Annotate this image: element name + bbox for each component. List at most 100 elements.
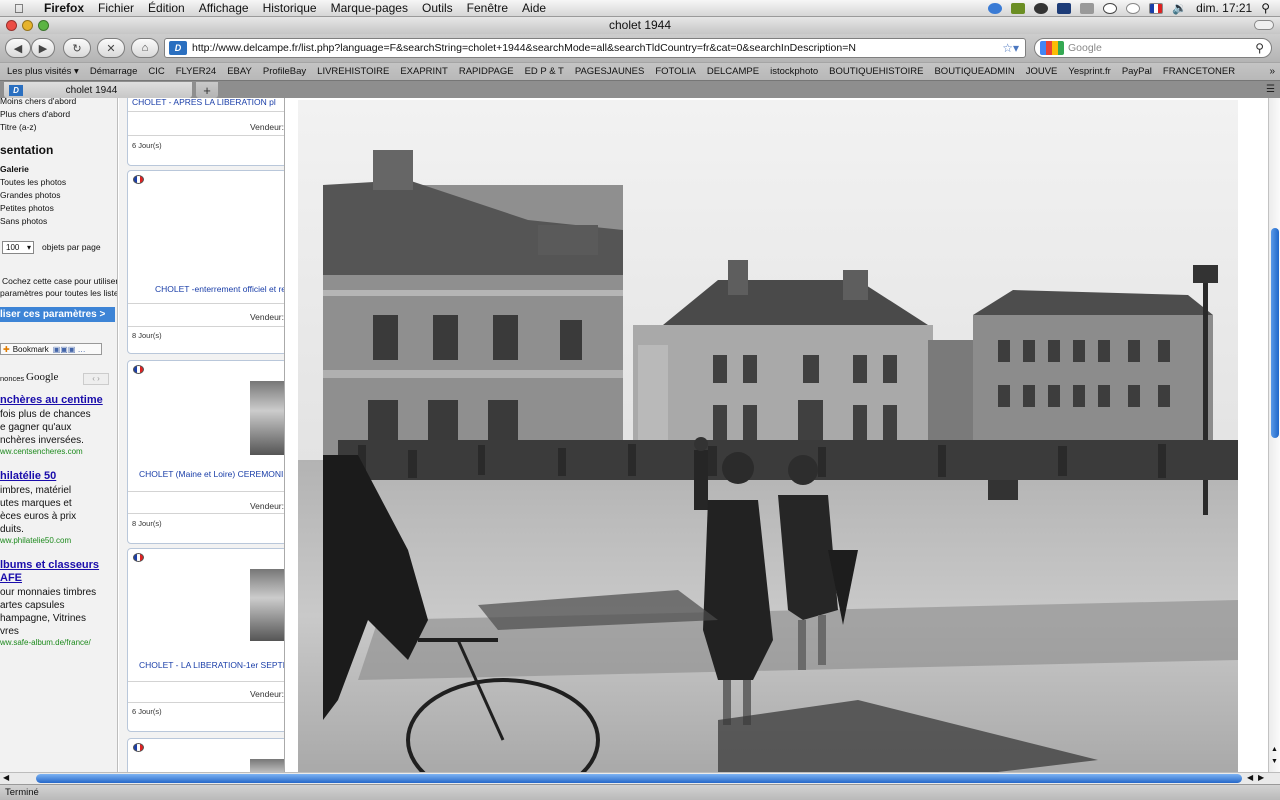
item-title-link[interactable]: CHOLET - LA LIBERATION-1er SEPTE bbox=[139, 660, 284, 670]
home-button[interactable]: ⌂ bbox=[131, 38, 159, 58]
scroll-left-end-icon[interactable]: ◀ bbox=[1247, 773, 1253, 782]
bookmark-star-icon[interactable]: ☆▾ bbox=[1002, 41, 1019, 55]
time-machine-icon[interactable] bbox=[1103, 2, 1118, 14]
view-small-photos-link[interactable]: Petites photos bbox=[0, 203, 54, 213]
display-icon[interactable] bbox=[1057, 2, 1072, 14]
bookmark-most-visited[interactable]: Les plus visités ▾ bbox=[7, 66, 79, 77]
bookmark-edpt[interactable]: ED P & T bbox=[525, 66, 564, 77]
tab-cholet-1944[interactable]: D cholet 1944 bbox=[4, 82, 192, 98]
menu-marque-pages[interactable]: Marque-pages bbox=[331, 1, 408, 15]
item-thumbnail[interactable] bbox=[250, 759, 284, 772]
view-all-photos-link[interactable]: Toutes les photos bbox=[0, 177, 66, 187]
ads-pager-icon[interactable]: ‹ › bbox=[83, 373, 109, 385]
item-title-link[interactable]: CHOLET -enterrement officiel et rel bbox=[155, 284, 284, 294]
grid-icon[interactable] bbox=[1080, 2, 1095, 14]
menu-fichier[interactable]: Fichier bbox=[98, 1, 134, 15]
bookmark-rapidpage[interactable]: RAPIDPAGE bbox=[459, 66, 514, 77]
tab-list-icon[interactable]: ☰ bbox=[1266, 84, 1275, 95]
zoom-window-icon[interactable] bbox=[38, 20, 49, 31]
item-thumbnail[interactable] bbox=[250, 569, 284, 641]
sort-expensive-link[interactable]: Plus chers d'abord bbox=[0, 109, 70, 119]
new-tab-button[interactable]: + bbox=[196, 82, 218, 98]
apply-settings-button[interactable]: liser ces paramètres > bbox=[0, 307, 115, 322]
ad-1-url[interactable]: ww.centsencheres.com bbox=[0, 447, 83, 456]
vertical-scrollbar[interactable]: ▲ ▼ bbox=[1268, 98, 1280, 772]
bookmark-livrehistoire[interactable]: LIVREHISTOIRE bbox=[317, 66, 389, 77]
view-large-photos-link[interactable]: Grandes photos bbox=[0, 190, 60, 200]
search-icon[interactable]: ⚲ bbox=[1255, 41, 1264, 55]
list-item[interactable]: CHOLET -enterrement officiel et rel Vend… bbox=[127, 170, 284, 354]
spotlight-search-icon[interactable]: ⚲ bbox=[1261, 1, 1270, 15]
url-text[interactable]: http://www.delcampe.fr/list.php?language… bbox=[192, 42, 1002, 54]
status-icon[interactable] bbox=[1126, 2, 1141, 14]
menubar-clock[interactable]: dim. 17:21 bbox=[1196, 1, 1252, 15]
ad-3-url[interactable]: ww.safe-album.de/france/ bbox=[0, 638, 91, 647]
list-item[interactable]: CHOLET - APRES LA LIBERATION pl Vendeur:… bbox=[127, 98, 284, 166]
bookmark-cic[interactable]: CIC bbox=[148, 66, 164, 77]
sync-icon[interactable] bbox=[988, 2, 1003, 14]
bookmark-paypal[interactable]: PayPal bbox=[1122, 66, 1152, 77]
menu-fenetre[interactable]: Fenêtre bbox=[467, 1, 508, 15]
bookmark-demarrage[interactable]: Démarrage bbox=[90, 66, 138, 77]
bookmark-yesprint[interactable]: Yesprint.fr bbox=[1068, 66, 1110, 77]
menu-historique[interactable]: Historique bbox=[263, 1, 317, 15]
menu-affichage[interactable]: Affichage bbox=[199, 1, 249, 15]
close-window-icon[interactable] bbox=[6, 20, 17, 31]
bookmark-ebay[interactable]: EBAY bbox=[227, 66, 252, 77]
back-button[interactable]: ◀ bbox=[5, 38, 31, 58]
bookmark-fotolia[interactable]: FOTOLIA bbox=[655, 66, 695, 77]
bookmark-boutiqueadmin[interactable]: BOUTIQUEADMIN bbox=[934, 66, 1014, 77]
bookmark-delcampe[interactable]: DELCAMPE bbox=[707, 66, 759, 77]
scroll-right-arrow-icon[interactable]: ▶ bbox=[1258, 773, 1264, 782]
menu-edition[interactable]: Édition bbox=[148, 1, 185, 15]
ad-2-url[interactable]: ww.philatelie50.com bbox=[0, 536, 71, 545]
scroll-left-arrow-icon[interactable]: ◀ bbox=[3, 773, 9, 782]
french-flag-icon[interactable] bbox=[1149, 2, 1164, 14]
bookmarks-overflow-icon[interactable]: » bbox=[1269, 66, 1275, 77]
url-bar[interactable]: D http://www.delcampe.fr/list.php?langua… bbox=[164, 38, 1026, 58]
forward-button[interactable]: ▶ bbox=[31, 38, 55, 58]
list-item[interactable]: CHOLET (Maine et Loire) CEREMONIE Vendeu… bbox=[127, 360, 284, 544]
app-tray-icon[interactable] bbox=[1011, 2, 1026, 14]
menu-outils[interactable]: Outils bbox=[422, 1, 453, 15]
per-page-select[interactable]: 100 ▾ bbox=[2, 241, 34, 254]
list-item[interactable] bbox=[127, 738, 284, 772]
stop-button[interactable]: ✕ bbox=[97, 38, 125, 58]
scroll-up-arrow-icon[interactable]: ▲ bbox=[1271, 746, 1278, 753]
bookmark-flyer24[interactable]: FLYER24 bbox=[176, 66, 216, 77]
view-no-photos-link[interactable]: Sans photos bbox=[0, 216, 47, 226]
scroll-down-arrow-icon[interactable]: ▼ bbox=[1271, 758, 1278, 765]
ad-3-title-link[interactable]: lbums et classeurs bbox=[0, 559, 99, 571]
bookmark-pagesjaunes[interactable]: PAGESJAUNES bbox=[575, 66, 645, 77]
item-title-link[interactable]: CHOLET (Maine et Loire) CEREMONIE bbox=[139, 469, 284, 479]
menu-app-firefox[interactable]: Firefox bbox=[44, 1, 84, 15]
item-title-link[interactable]: CHOLET - APRES LA LIBERATION pl bbox=[132, 98, 276, 107]
menu-aide[interactable]: Aide bbox=[522, 1, 546, 15]
horizontal-scroll-thumb[interactable] bbox=[36, 774, 1242, 783]
bookmark-share-button[interactable]: ✚ Bookmark ▣▣▣ … bbox=[0, 343, 102, 355]
list-item[interactable]: CHOLET - LA LIBERATION-1er SEPTE Vendeur… bbox=[127, 548, 284, 732]
bookmark-francetoner[interactable]: FRANCETONER bbox=[1163, 66, 1235, 77]
paw-icon[interactable] bbox=[1034, 2, 1049, 14]
bookmark-jouve[interactable]: JOUVE bbox=[1026, 66, 1058, 77]
search-input[interactable]: Google bbox=[1068, 42, 1102, 54]
bookmark-istockphoto[interactable]: istockphoto bbox=[770, 66, 818, 77]
minimize-window-icon[interactable] bbox=[22, 20, 33, 31]
ad-2-title-link[interactable]: hilatélie 50 bbox=[0, 470, 56, 482]
google-engine-icon[interactable] bbox=[1040, 41, 1064, 55]
vertical-scroll-thumb[interactable] bbox=[1271, 228, 1279, 438]
sort-cheapest-link[interactable]: Moins chers d'abord bbox=[0, 98, 76, 106]
item-thumbnail[interactable] bbox=[250, 381, 284, 455]
toolbar-toggle-icon[interactable] bbox=[1254, 20, 1274, 30]
bookmark-profilebay[interactable]: ProfileBay bbox=[263, 66, 306, 77]
apple-menu-icon[interactable]:  bbox=[14, 1, 30, 16]
horizontal-scrollbar[interactable]: ◀ ◀ ▶ bbox=[0, 772, 1280, 784]
bookmark-boutiquehistoire[interactable]: BOUTIQUEHISTOIRE bbox=[829, 66, 923, 77]
view-gallery-link[interactable]: Galerie bbox=[0, 164, 29, 174]
ad-3-title-line-2[interactable]: AFE bbox=[0, 572, 22, 584]
bookmark-exaprint[interactable]: EXAPRINT bbox=[400, 66, 448, 77]
enlarged-photo[interactable] bbox=[298, 100, 1238, 772]
reload-button[interactable]: ↻ bbox=[63, 38, 91, 58]
sort-title-link[interactable]: Titre (a-z) bbox=[0, 122, 37, 132]
search-box[interactable]: Google ⚲ bbox=[1034, 38, 1272, 58]
